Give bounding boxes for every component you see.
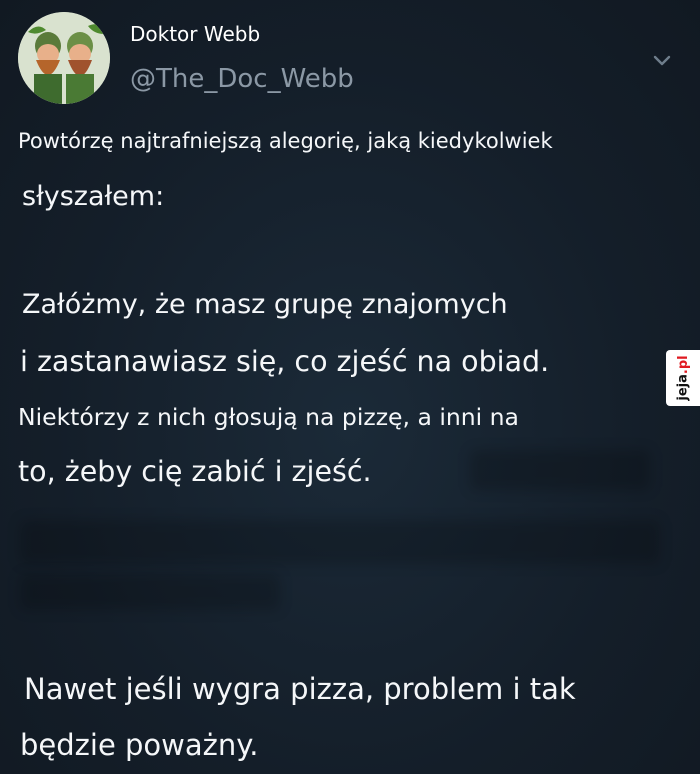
author-display-name[interactable]: Doktor Webb bbox=[130, 22, 260, 46]
tweet-text-line: Powtórzę najtrafniejszą alegorię, jaką k… bbox=[18, 129, 553, 153]
tweet-text-line: Załóżmy, że masz grupę znajomych bbox=[22, 289, 508, 320]
tweet-text-line: Niektórzy z nich głosują na pizzę, a inn… bbox=[18, 403, 519, 431]
tweet-text-line: Nawet jeśli wygra pizza, problem i tak bbox=[24, 672, 576, 706]
ghost-artifact bbox=[470, 450, 650, 490]
author-handle[interactable]: @The_Doc_Webb bbox=[130, 64, 354, 94]
avatar-image-icon bbox=[18, 12, 110, 104]
svg-text:jeja.pl: jeja.pl bbox=[676, 355, 691, 401]
tweet-card: Doktor Webb @The_Doc_Webb Powtórzę najtr… bbox=[0, 0, 700, 774]
tweet-text-line: słyszałem: bbox=[22, 181, 165, 212]
tweet-text-line: będzie poważny. bbox=[20, 728, 259, 762]
avatar[interactable] bbox=[18, 12, 110, 104]
tweet-text-line: to, żeby cię zabić i zjeść. bbox=[18, 455, 372, 488]
ghost-artifact bbox=[20, 520, 660, 564]
tweet-text-line: i zastanawiasz się, co zjeść na obiad. bbox=[20, 345, 550, 378]
chevron-down-icon[interactable] bbox=[652, 54, 672, 68]
jeja-watermark-logo: jeja.pl bbox=[666, 350, 700, 406]
ghost-artifact bbox=[20, 574, 280, 610]
